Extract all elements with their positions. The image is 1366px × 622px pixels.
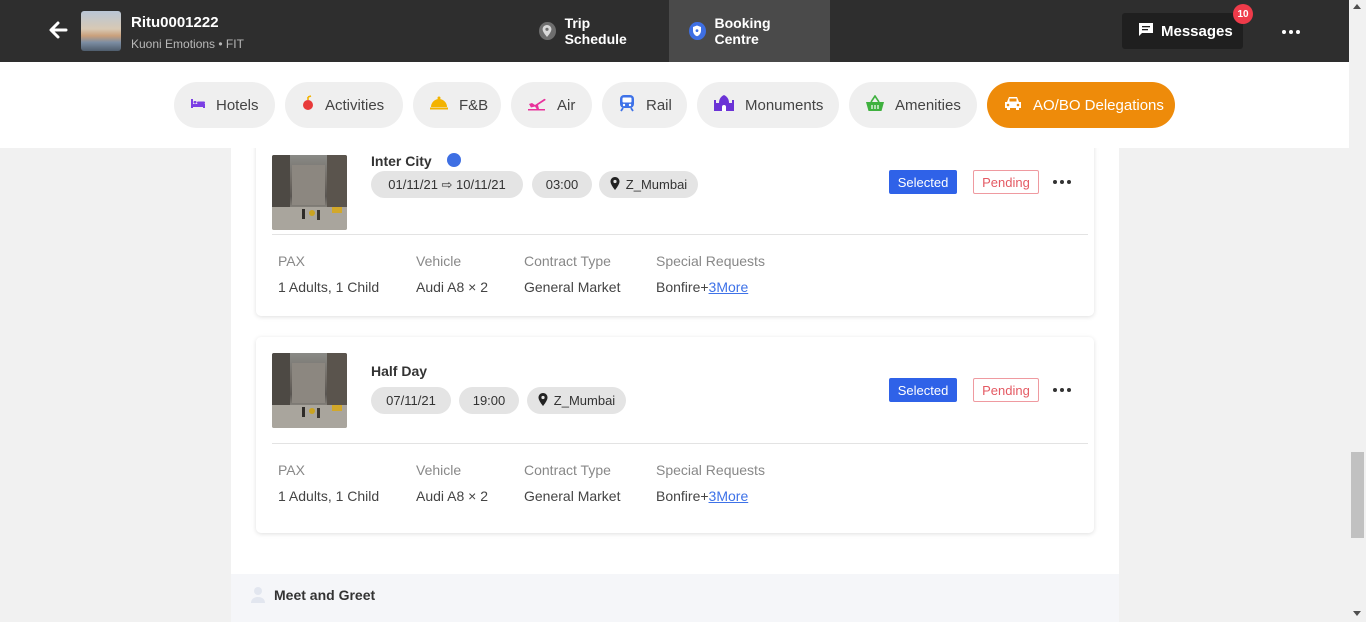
trip-avatar (81, 11, 121, 51)
category-rail[interactable]: Rail (602, 82, 687, 128)
vehicle-value: Audi A8 × 2 (416, 279, 489, 295)
selected-status-badge[interactable]: Selected (889, 170, 957, 194)
basket-icon (865, 94, 885, 116)
location-pin-icon (610, 176, 620, 193)
booking-thumbnail (272, 353, 347, 428)
pax-label: PAX (278, 462, 305, 478)
booking-card: Inter City 01/11/21 ⇨ 10/11/21 03:00 Z_M… (256, 148, 1094, 316)
section-title: Meet and Greet (274, 587, 376, 603)
category-amenities-label: Amenities (895, 96, 961, 114)
activity-icon (301, 95, 315, 115)
vehicle-value: Audi A8 × 2 (416, 488, 489, 504)
special-requests-label: Special Requests (656, 253, 765, 269)
special-requests-value: Bonfire+3More (656, 279, 748, 295)
category-rail-label: Rail (646, 96, 672, 114)
special-requests-more-link[interactable]: 3More (709, 279, 749, 295)
cloche-icon (429, 95, 449, 115)
category-fnb-label: F&B (459, 96, 489, 114)
category-monuments[interactable]: Monuments (697, 82, 839, 128)
card-divider (272, 443, 1088, 444)
contract-type-label: Contract Type (524, 253, 611, 269)
messages-label: Messages (1161, 22, 1233, 40)
selected-status-badge[interactable]: Selected (889, 378, 957, 402)
person-icon (250, 586, 266, 604)
messages-count-badge: 10 (1233, 4, 1253, 24)
location-pill: Z_Mumbai (527, 387, 626, 414)
scrollbar-thumb[interactable] (1351, 452, 1364, 538)
booking-title: Half Day (371, 363, 428, 379)
category-activities[interactable]: Activities (285, 82, 403, 128)
location-pin-icon (539, 22, 556, 40)
contract-type-value: General Market (524, 488, 621, 504)
card-more-options-icon[interactable] (1050, 380, 1074, 400)
special-requests-value: Bonfire+3More (656, 488, 748, 504)
pax-value: 1 Adults, 1 Child (278, 488, 380, 504)
car-icon (1003, 95, 1023, 115)
special-requests-text: Bonfire+ (656, 279, 709, 295)
info-icon (447, 153, 461, 167)
vehicle-label: Vehicle (416, 462, 462, 478)
location-label: Z_Mumbai (553, 393, 616, 408)
category-ao-bo-delegations-label: AO/BO Delegations (1033, 96, 1164, 114)
category-ao-bo-delegations[interactable]: AO/BO Delegations (987, 82, 1175, 128)
location-label: Z_Mumbai (625, 177, 688, 192)
contract-type-value: General Market (524, 279, 621, 295)
booking-thumbnail (272, 155, 347, 230)
pax-value: 1 Adults, 1 Child (278, 279, 380, 295)
date-range-pill: 01/11/21 ⇨ 10/11/21 (371, 171, 523, 198)
contract-type-label: Contract Type (524, 462, 611, 478)
vehicle-label: Vehicle (416, 253, 462, 269)
bookings-panel: Inter City 01/11/21 ⇨ 10/11/21 03:00 Z_M… (231, 148, 1119, 622)
tab-trip-schedule-label: Trip Schedule (564, 15, 627, 47)
location-pill: Z_Mumbai (599, 171, 698, 198)
plane-icon (527, 95, 547, 115)
page-scrollbar[interactable] (1349, 0, 1366, 622)
chat-icon (1138, 22, 1154, 41)
category-air-label: Air (557, 96, 576, 114)
category-hotels-label: Hotels (216, 96, 259, 114)
special-requests-text: Bonfire+ (656, 488, 709, 504)
trip-subtitle: Kuoni Emotions • FIT (131, 37, 244, 51)
category-hotels[interactable]: Hotels (174, 82, 275, 128)
more-options-icon[interactable] (1279, 22, 1303, 42)
pax-label: PAX (278, 253, 305, 269)
special-requests-label: Special Requests (656, 462, 765, 478)
shield-icon (689, 22, 706, 40)
special-requests-more-link[interactable]: 3More (709, 488, 749, 504)
category-monuments-label: Monuments (745, 96, 824, 114)
time-pill: 03:00 (532, 171, 592, 198)
meet-and-greet-section[interactable]: Meet and Greet (231, 574, 1119, 622)
messages-button[interactable]: Messages (1122, 13, 1243, 49)
tab-booking-centre-label: Booking Centre (714, 15, 771, 47)
pending-status-badge[interactable]: Pending (973, 170, 1039, 194)
category-activities-label: Activities (325, 96, 385, 114)
category-air[interactable]: Air (511, 82, 592, 128)
time-pill: 19:00 (459, 387, 519, 414)
card-divider (272, 234, 1088, 235)
tab-trip-schedule[interactable]: Trip Schedule (519, 0, 669, 62)
tab-booking-centre[interactable]: Booking Centre (669, 0, 830, 62)
scroll-down-arrow-icon[interactable] (1353, 611, 1361, 616)
scroll-up-arrow-icon[interactable] (1353, 4, 1361, 9)
date-pill: 07/11/21 (371, 387, 451, 414)
category-bar: Hotels Activities F&B Air Rail Monuments… (0, 62, 1349, 148)
train-icon (618, 94, 636, 116)
pending-status-badge[interactable]: Pending (973, 378, 1039, 402)
category-amenities[interactable]: Amenities (849, 82, 977, 128)
card-more-options-icon[interactable] (1050, 172, 1074, 192)
trip-id: Ritu0001222 (131, 14, 219, 31)
bed-icon (190, 96, 206, 114)
back-arrow-icon[interactable] (44, 16, 72, 44)
monument-icon (713, 94, 735, 116)
booking-card: Half Day 07/11/21 19:00 Z_Mumbai Selecte… (256, 337, 1094, 533)
category-fnb[interactable]: F&B (413, 82, 501, 128)
booking-title: Inter City (371, 153, 432, 169)
top-bar: Ritu0001222 Kuoni Emotions • FIT Trip Sc… (0, 0, 1349, 62)
location-pin-icon (538, 392, 548, 409)
